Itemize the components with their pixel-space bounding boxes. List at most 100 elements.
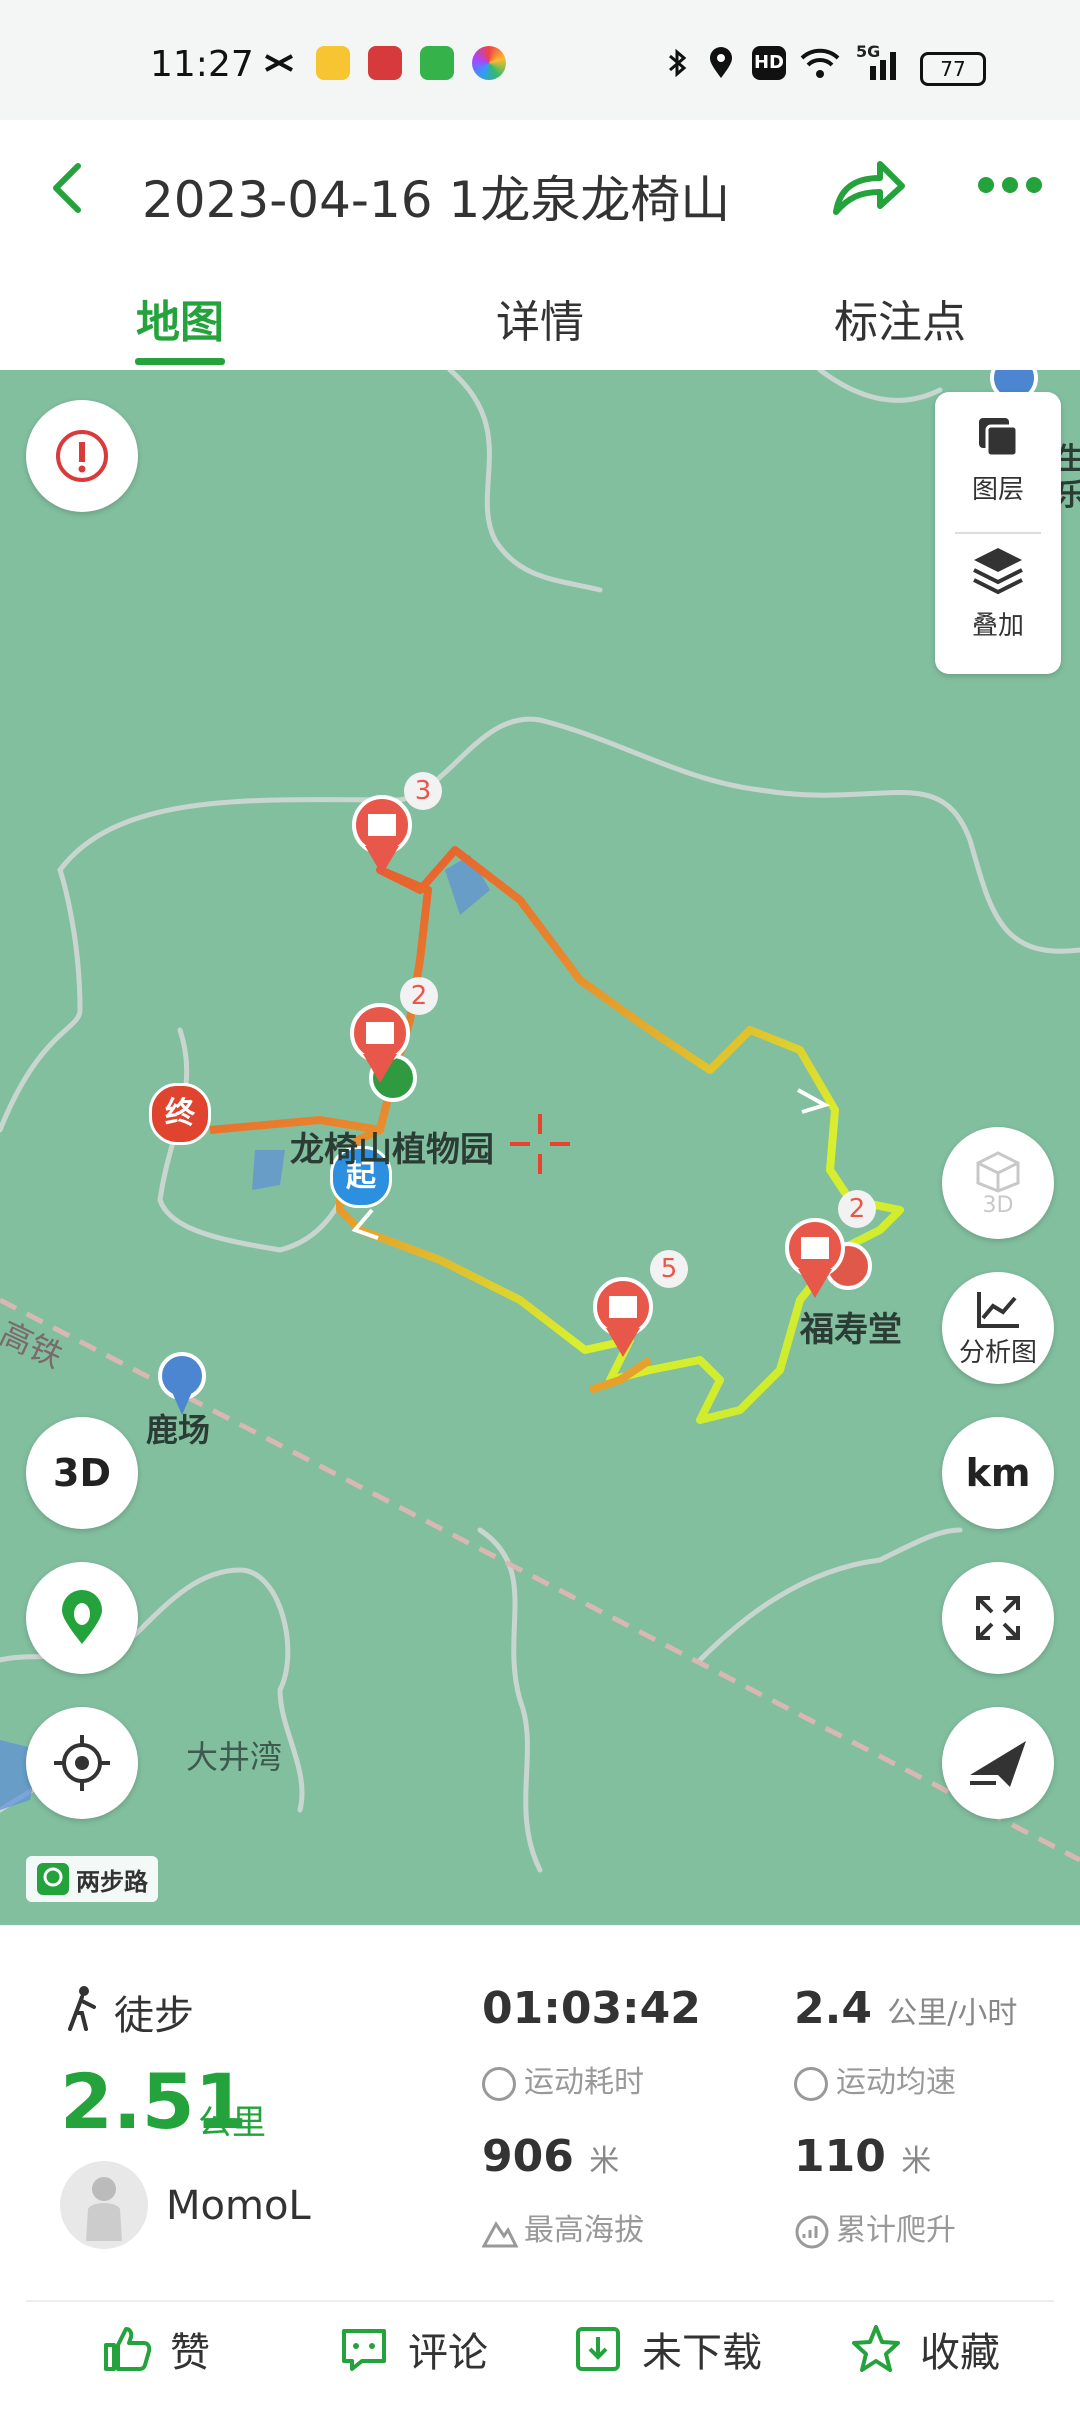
cube-icon [976,1150,1020,1193]
download-label: 未下载 [642,2330,762,2376]
more-button[interactable] [976,170,1046,200]
like-label: 赞 [170,2330,210,2376]
layer-panel: 图层 叠加 [935,392,1061,674]
layers-label: 图层 [971,475,1024,505]
map-label-botanical-garden: 龙椅山植物园 [290,1130,494,1170]
distance-unit: 公里 [198,2103,266,2143]
back-button[interactable] [40,158,100,218]
avg-speed-unit: 公里/小时 [887,1996,1018,2031]
max-alt-row: 906 米 [482,2131,619,2182]
ascent-row: 110 米 [794,2131,931,2182]
comment-icon [342,2329,386,2371]
end-marker[interactable]: 终 [149,1083,211,1145]
analysis-label: 分析图 [958,1337,1037,1368]
map-label-fushou: 福寿堂 [800,1310,902,1350]
avatar[interactable] [60,2161,148,2249]
hiker-avatar-icon [86,2177,122,2241]
map-canvas [0,370,1080,1873]
download-button[interactable]: 未下载 [572,2320,762,2378]
track-stats: 徒步 2.51 公里 MomoL 01:03:42 运动耗时 2.4 公里/小时… [0,1925,1080,2300]
panel-divider [955,532,1041,534]
hiker-icon [62,1985,102,2035]
comment-button[interactable]: 评论 [338,2320,488,2378]
photo-count-badge: 5 [650,1250,688,1288]
download-icon [576,2327,620,2371]
chevron-left-icon [53,163,81,213]
fullscreen-button[interactable] [942,1562,1054,1674]
like-button[interactable]: 赞 [100,2320,210,2378]
max-alt-unit: 米 [589,2144,620,2179]
overlay-label: 叠加 [971,611,1024,641]
avg-speed-label-row: 运动均速 [794,2057,956,2101]
map-label-dajingwan: 大井湾 [186,1738,283,1776]
signal-icon: 5G [856,42,906,80]
crosshair-locate-icon [54,1735,110,1791]
more-dots-icon [978,177,1042,193]
layers-icon [979,418,1019,458]
kuaishou-icon [262,46,296,80]
road-line [477,1527,543,1873]
road-line [0,867,83,1133]
tab-bar: 地图 详情 标注点 [0,250,1080,370]
map-view[interactable]: 3 2 2 5 终 起 龙椅山植物园 福寿堂 鹿场 大井湾 高铁 生 乐 图层 … [0,370,1080,1925]
footprint-button[interactable] [26,1562,138,1674]
network-type: 5G [856,42,881,61]
3d-mode-button[interactable]: 3D [26,1417,138,1529]
app-logo-icon [37,1863,69,1895]
duration-label-row: 运动耗时 [482,2057,644,2101]
bluetooth-icon [660,46,694,80]
3d-disabled-label: 3D [982,1192,1014,1218]
tab-active-indicator [135,358,225,365]
alert-button[interactable] [26,400,138,512]
navigate-button[interactable] [942,1707,1054,1819]
avg-speed-row: 2.4 公里/小时 [794,1983,1017,2034]
tab-map[interactable]: 地图 [136,286,224,350]
map-label-luchang: 鹿场 [146,1411,211,1449]
unit-toggle-button[interactable]: km [942,1417,1054,1529]
wifi-icon [800,46,840,80]
photo-marker-icon [352,795,412,875]
paper-plane-icon [970,1741,1026,1787]
activity-type: 徒步 [114,1993,194,2039]
stack-icon [973,548,1023,595]
crosshair-icon [510,1114,570,1174]
max-alt-label-row: 最高海拔 [481,2205,644,2249]
comment-label: 评论 [408,2330,488,2376]
battery-indicator: 77 [920,52,986,86]
road-line [697,1527,963,1663]
tab-markers[interactable]: 标注点 [834,286,966,350]
expand-icon [976,1596,1020,1640]
message-icon [420,46,454,80]
stopwatch-icon [482,2066,516,2101]
page-title: 2023-04-16 1龙泉龙椅山 [142,171,731,229]
3d-label: 3D [53,1451,111,1495]
road-line [57,716,1080,954]
watermark-text: 两步路 [76,1867,148,1896]
star-icon [852,2325,900,2372]
status-bar: 11:27 HD 5G 77 [0,0,1080,120]
username[interactable]: MomoL [166,2183,311,2229]
duration-label: 运动耗时 [524,2065,644,2100]
duration-value: 01:03:42 [482,1983,701,2034]
action-divider [26,2300,1054,2302]
3d-view-disabled-button[interactable]: 3D [942,1127,1054,1239]
unit-label: km [965,1451,1031,1495]
water-pond [252,1150,285,1190]
action-bar: 赞 评论 未下载 收藏 [0,2300,1080,2412]
max-alt-value: 906 [482,2131,574,2182]
layers-button[interactable]: 图层 [935,412,1061,506]
ascent-label: 累计爬升 [836,2213,956,2248]
overlay-button[interactable]: 叠加 [935,542,1061,642]
ai-app-icon [472,46,506,80]
favorite-label: 收藏 [920,2330,1000,2376]
ascent-value: 110 [794,2131,886,2182]
analysis-chart-button[interactable]: 分析图 [942,1272,1054,1384]
avg-speed-value: 2.4 [794,1983,872,2034]
tab-details[interactable]: 详情 [496,286,584,350]
speed-gauge-icon [794,2066,828,2101]
locate-button[interactable] [26,1707,138,1819]
favorite-button[interactable]: 收藏 [850,2320,1000,2378]
location-icon [704,46,738,80]
share-button[interactable] [830,156,906,220]
alert-icon [56,430,108,482]
